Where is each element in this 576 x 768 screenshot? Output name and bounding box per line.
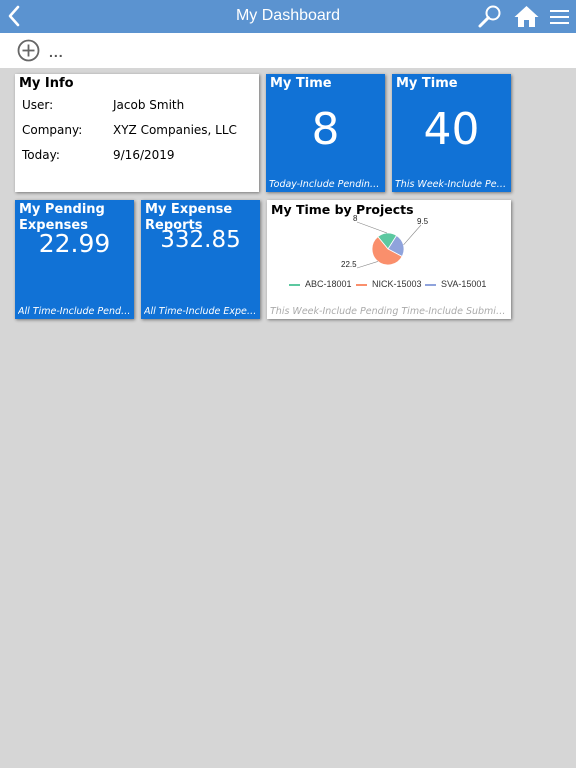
toolbar xyxy=(0,33,576,68)
my-time-today-title: My Time xyxy=(270,76,332,91)
time-by-projects-footer: This Week-Include Pending Time-Include S… xyxy=(270,306,508,317)
more-options-button[interactable]: ... xyxy=(49,44,64,60)
pending-expenses-tile[interactable]: My Pending Expenses 22.99 All Time-Inclu… xyxy=(15,200,134,319)
pie-data-label: 9.5 xyxy=(417,217,429,226)
legend-swatch xyxy=(289,283,300,286)
my-info-title: My Info xyxy=(19,76,74,91)
my-time-today-value: 8 xyxy=(311,104,340,155)
pie-leader-line xyxy=(403,224,422,246)
add-circle-icon[interactable] xyxy=(17,39,40,62)
legend-item: ABC-18001 xyxy=(289,279,352,289)
nav-bar: My Dashboard xyxy=(0,0,576,33)
info-user-value: Jacob Smith xyxy=(113,98,185,112)
my-time-today-footer: Today-Include Pending Time-Include Submi… xyxy=(269,179,382,190)
pie-data-label: 8 xyxy=(353,214,358,223)
legend-swatch xyxy=(356,283,367,286)
my-time-week-tile[interactable]: My Time 40 This Week-Include Pending Tim… xyxy=(392,74,511,192)
info-company-label: Company: xyxy=(22,123,83,137)
expense-reports-footer: All Time-Include Expense Reports xyxy=(144,306,257,317)
home-icon[interactable] xyxy=(513,4,540,29)
info-today-label: Today: xyxy=(22,148,60,162)
pie-chart xyxy=(356,221,422,269)
pie-leader-line xyxy=(356,221,388,234)
pending-expenses-footer: All Time-Include Pending Expenses xyxy=(18,306,131,317)
time-by-projects-tile[interactable]: My Time by Projects 8 9.5 22.5 ABC-18001 NI… xyxy=(267,200,511,319)
my-time-week-title: My Time xyxy=(396,76,458,91)
menu-icon[interactable] xyxy=(549,7,571,27)
my-info-tile[interactable]: My Info User: Jacob Smith Company: XYZ C… xyxy=(15,74,259,192)
my-time-week-footer: This Week-Include Pending Time-Include S… xyxy=(395,179,508,190)
legend-label: ABC-18001 xyxy=(305,279,352,289)
info-today-value: 9/16/2019 xyxy=(113,148,175,162)
legend-label: NICK-15003 xyxy=(372,279,422,289)
pending-expenses-value: 22.99 xyxy=(38,229,111,258)
my-time-today-tile[interactable]: My Time 8 Today-Include Pending Time-Inc… xyxy=(266,74,385,192)
expense-reports-tile[interactable]: My Expense Reports 332.85 All Time-Inclu… xyxy=(141,200,260,319)
my-time-week-value: 40 xyxy=(423,104,480,155)
info-company-value: XYZ Companies, LLC xyxy=(113,123,237,137)
info-user-label: User: xyxy=(22,98,54,112)
legend-label: SVA-15001 xyxy=(441,279,487,289)
pie-data-label: 22.5 xyxy=(341,260,357,269)
legend-swatch xyxy=(425,283,436,286)
pie-leader-line xyxy=(356,261,378,269)
back-chevron-icon[interactable] xyxy=(4,4,24,28)
legend-item: SVA-15001 xyxy=(425,279,486,289)
expense-reports-value: 332.85 xyxy=(160,227,241,253)
search-icon[interactable] xyxy=(477,4,503,30)
legend-item: NICK-15003 xyxy=(356,279,422,289)
